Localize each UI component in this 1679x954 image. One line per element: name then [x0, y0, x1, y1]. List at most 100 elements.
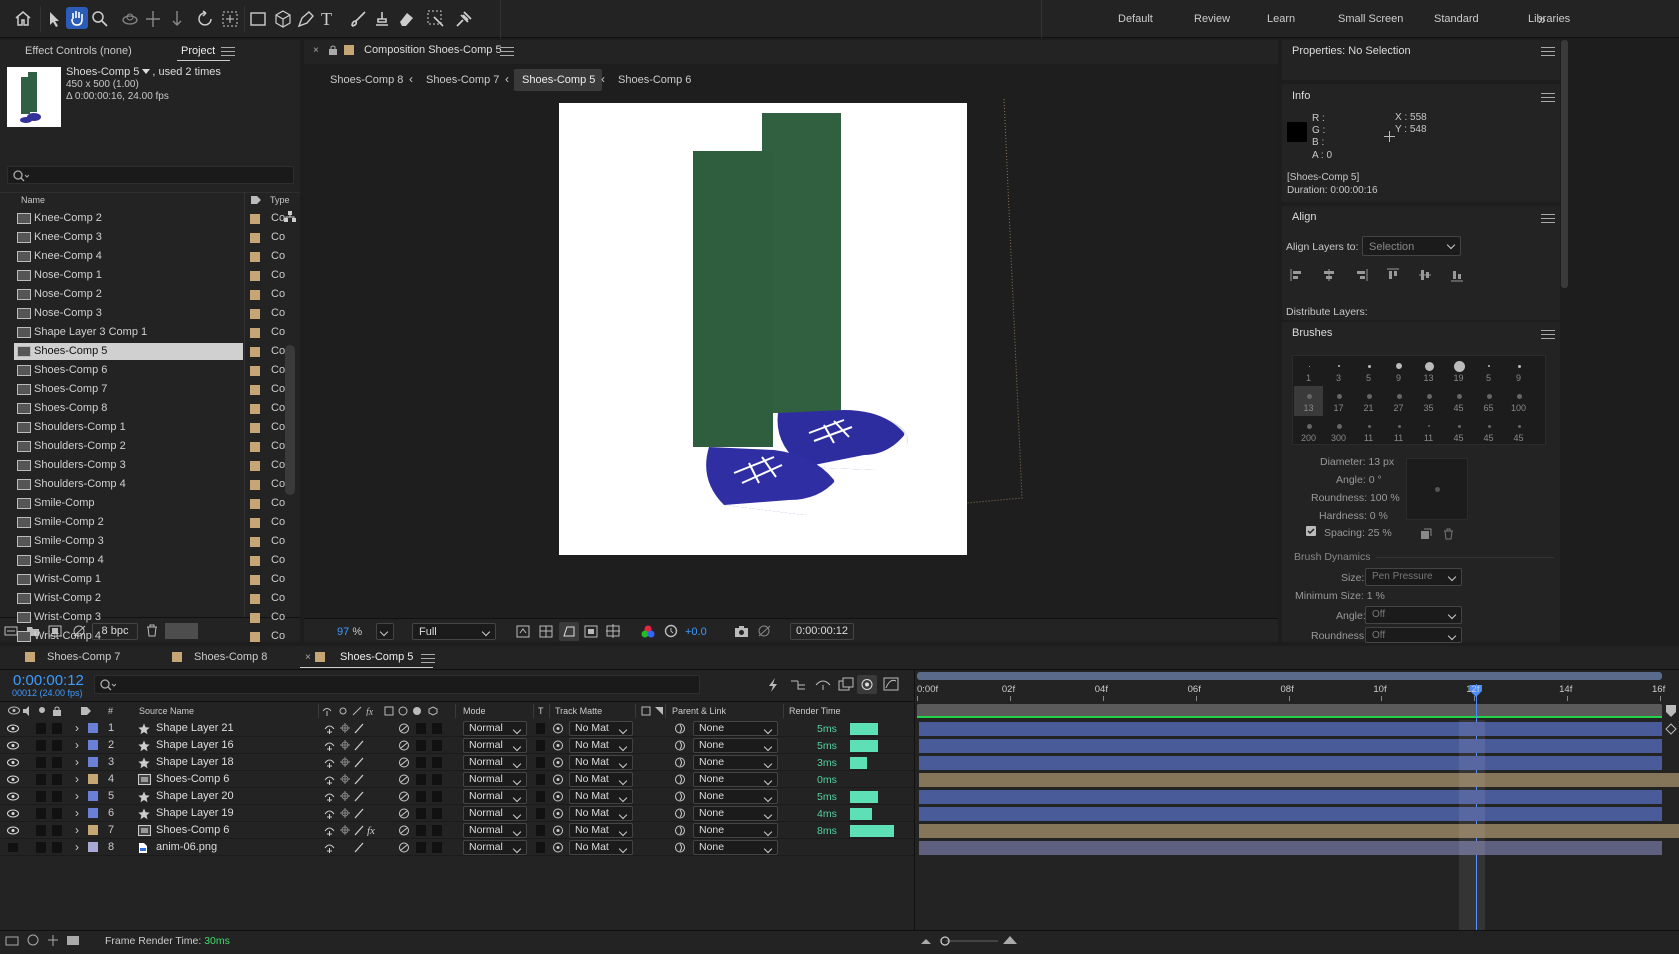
layer-label-swatch[interactable]: [88, 825, 98, 835]
zoom-in-icon[interactable]: [1002, 935, 1018, 945]
layer-name[interactable]: anim-06.png: [156, 841, 217, 853]
flowchart-toggle-icon[interactable]: [66, 935, 80, 947]
label-swatch[interactable]: [250, 423, 260, 433]
new-brush-icon[interactable]: [1420, 528, 1432, 540]
hand-tool-icon[interactable]: [66, 7, 88, 29]
align-horizontal-center-icon[interactable]: [1322, 268, 1336, 282]
project-item[interactable]: Shoes-Comp 7 Co: [0, 381, 285, 400]
layer-track-bar[interactable]: [919, 773, 1679, 787]
brush-preset[interactable]: 45: [1474, 416, 1503, 446]
blend-mode-dropdown[interactable]: Normal: [463, 721, 527, 736]
resolution-dropdown[interactable]: Full: [412, 623, 496, 640]
pen-tool-icon[interactable]: [297, 10, 315, 28]
parent-pick-whip-icon[interactable]: [674, 723, 686, 734]
brush-preset[interactable]: 13: [1294, 386, 1323, 416]
quality-switch-icon[interactable]: [354, 757, 364, 768]
switch-box[interactable]: [36, 757, 46, 768]
layer-row[interactable]: › 2 Shape Layer 16 Normal No Mat None 5ms: [0, 737, 914, 754]
composition-viewer[interactable]: [304, 95, 1278, 617]
layer-row[interactable]: › 3 Shape Layer 18 Normal No Mat None 3ms: [0, 754, 914, 771]
brush-preset[interactable]: 5: [1354, 356, 1383, 386]
pan-tool-icon[interactable]: [145, 10, 161, 28]
parent-dropdown[interactable]: None: [693, 840, 778, 855]
eye-icon[interactable]: [7, 809, 19, 818]
switch-box[interactable]: [52, 808, 62, 819]
project-item[interactable]: Nose-Comp 2 Co: [0, 286, 285, 305]
track-matte-link-icon[interactable]: [552, 791, 564, 802]
chevron-right-icon[interactable]: ›: [75, 772, 79, 786]
switches-toggle-icon[interactable]: [26, 934, 40, 947]
layer-track-bar[interactable]: [919, 739, 1662, 753]
track-matte-dropdown[interactable]: No Mat: [569, 755, 633, 770]
parent-dropdown[interactable]: None: [693, 789, 778, 804]
comp-flowchart-icon[interactable]: [790, 678, 806, 692]
mask-visibility-icon[interactable]: [559, 622, 579, 641]
eye-icon[interactable]: [7, 826, 19, 835]
motion-blur-switch-icon[interactable]: [398, 808, 410, 819]
project-item[interactable]: Shoes-Comp 8 Co: [0, 400, 285, 419]
layer-name[interactable]: Shape Layer 16: [156, 739, 234, 751]
brush-preset[interactable]: 45: [1444, 416, 1473, 446]
quality-switch-icon[interactable]: [354, 808, 364, 819]
motion-blur-switch-icon[interactable]: [398, 723, 410, 734]
work-area-bar[interactable]: [917, 672, 1662, 680]
project-item[interactable]: Shoes-Comp 6 Co: [0, 362, 285, 381]
layer-label-swatch[interactable]: [88, 723, 98, 733]
motion-blur-switch-icon[interactable]: [398, 842, 410, 853]
brush-preset[interactable]: 11: [1384, 416, 1413, 446]
switch-box[interactable]: [416, 791, 426, 802]
project-item[interactable]: Smile-Comp Co: [0, 495, 285, 514]
lock-icon[interactable]: [53, 706, 61, 716]
shy-icon[interactable]: [322, 706, 332, 716]
home-icon[interactable]: [14, 10, 32, 26]
chevron-right-icon[interactable]: ›: [75, 755, 79, 769]
switch-box[interactable]: [536, 842, 545, 853]
project-item[interactable]: Wrist-Comp 4 Co: [0, 628, 285, 647]
orbit-tool-icon[interactable]: [121, 11, 139, 27]
label-swatch[interactable]: [250, 252, 260, 262]
collapse-icon[interactable]: [338, 706, 348, 716]
chevron-down-icon[interactable]: [142, 69, 151, 74]
collapse-switch-icon[interactable]: [340, 825, 350, 835]
layer-track-bar[interactable]: [919, 824, 1679, 838]
motion-blur-switch-icon[interactable]: [398, 791, 410, 802]
label-swatch[interactable]: [250, 328, 260, 338]
label-swatch[interactable]: [250, 290, 260, 300]
layer-label-swatch[interactable]: [88, 808, 98, 818]
composition-tab-title[interactable]: Composition Shoes-Comp 5: [364, 44, 502, 56]
project-item[interactable]: Shoulders-Comp 3 Co: [0, 457, 285, 476]
switch-box[interactable]: [52, 740, 62, 751]
track-matte-icon[interactable]: [641, 706, 651, 716]
eye-icon[interactable]: [7, 758, 19, 767]
motion-blur-icon[interactable]: [857, 675, 877, 694]
shy-switch-icon[interactable]: [324, 842, 335, 853]
track-matte-link-icon[interactable]: [552, 808, 564, 819]
switch-box[interactable]: [536, 774, 545, 785]
label-swatch[interactable]: [250, 404, 260, 414]
project-item[interactable]: Smile-Comp 3 Co: [0, 533, 285, 552]
breadcrumb-item[interactable]: Shoes-Comp 5: [522, 74, 595, 86]
project-item[interactable]: Knee-Comp 4 Co: [0, 248, 285, 267]
collapse-switch-icon[interactable]: [340, 757, 350, 767]
blend-mode-dropdown[interactable]: Normal: [463, 789, 527, 804]
switch-box[interactable]: [416, 757, 426, 768]
switch-box[interactable]: [432, 757, 442, 768]
label-swatch[interactable]: [250, 461, 260, 471]
properties-menu-icon[interactable]: [1541, 47, 1555, 57]
eye-icon[interactable]: [7, 724, 19, 733]
fx-icon[interactable]: fx: [366, 706, 378, 716]
lock-icon[interactable]: [329, 45, 337, 55]
parent-pick-whip-icon[interactable]: [674, 791, 686, 802]
keyframe-icon[interactable]: [1665, 723, 1677, 735]
track-matte-link-icon[interactable]: [552, 842, 564, 853]
align-bottom-icon[interactable]: [1450, 268, 1464, 282]
switch-box[interactable]: [416, 808, 426, 819]
project-item[interactable]: Nose-Comp 3 Co: [0, 305, 285, 324]
align-to-dropdown[interactable]: Selection: [1362, 236, 1461, 256]
col-t-header[interactable]: T: [538, 706, 544, 716]
switch-box[interactable]: [52, 723, 62, 734]
chevron-right-icon[interactable]: ›: [75, 806, 79, 820]
motion-blur-switch-icon[interactable]: [398, 774, 410, 785]
draft-3d-icon[interactable]: [767, 677, 779, 693]
shy-switch-icon[interactable]: [324, 723, 335, 734]
